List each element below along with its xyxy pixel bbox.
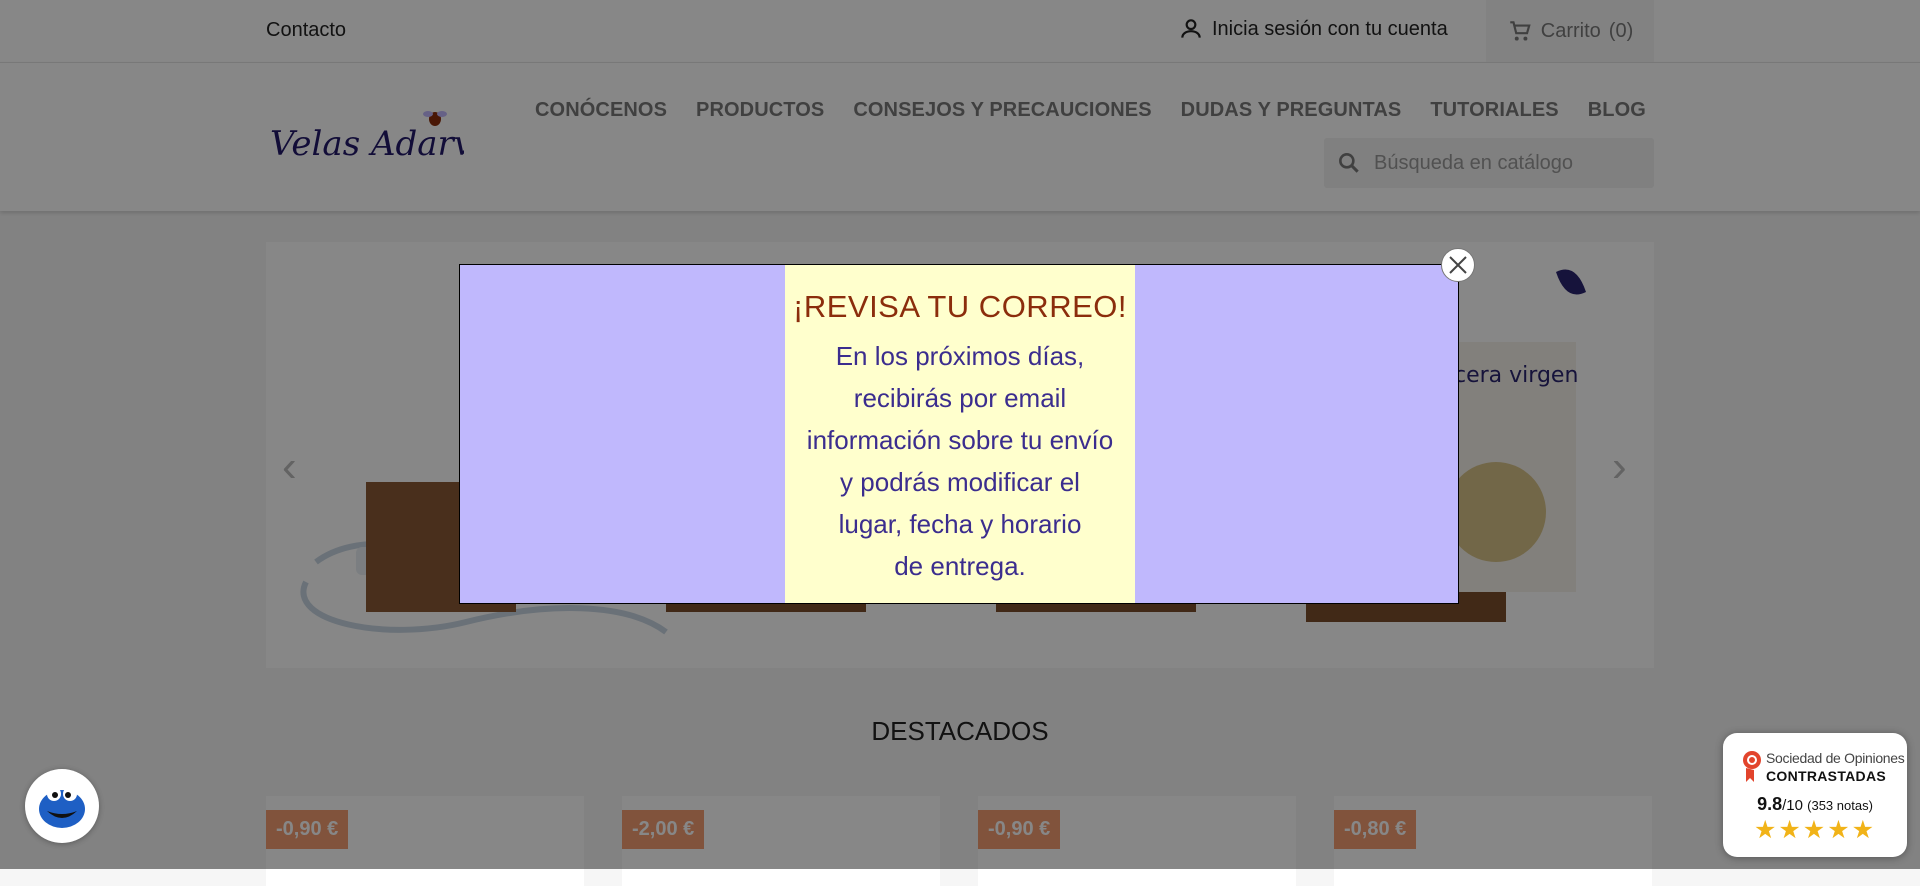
close-icon bbox=[1449, 256, 1467, 274]
modal-close-button[interactable] bbox=[1441, 248, 1475, 282]
popup-line: En los próximos días, bbox=[835, 341, 1085, 371]
popup-message-panel: ¡REVISA TU CORREO! En los próximos días,… bbox=[785, 265, 1135, 603]
reviews-brand-line2: CONTRASTADAS bbox=[1766, 768, 1887, 784]
award-badge-icon bbox=[1743, 751, 1761, 782]
cookie-settings-button[interactable] bbox=[25, 769, 99, 843]
cookie-monster-icon bbox=[39, 787, 85, 828]
popup-line: lugar, fecha y horario bbox=[838, 509, 1082, 539]
popup-title: ¡REVISA TU CORREO! bbox=[793, 289, 1127, 324]
popup-line: recibirás por email bbox=[853, 383, 1067, 413]
reviews-brand-line1: Sociedad de Opiniones bbox=[1766, 750, 1905, 766]
popup-line: y podrás modificar el bbox=[840, 467, 1080, 497]
popup-line: información sobre tu envío bbox=[806, 425, 1114, 455]
reviews-widget[interactable]: Sociedad de Opiniones CONTRASTADAS 9.8/1… bbox=[1723, 733, 1907, 857]
reviews-stars: ★★★★★ bbox=[1753, 816, 1877, 844]
popup-modal: ¡REVISA TU CORREO! En los próximos días,… bbox=[459, 264, 1459, 604]
popup-line: de entrega. bbox=[894, 551, 1026, 581]
reviews-score: 9.8/10 (353 notas) bbox=[1757, 794, 1873, 814]
